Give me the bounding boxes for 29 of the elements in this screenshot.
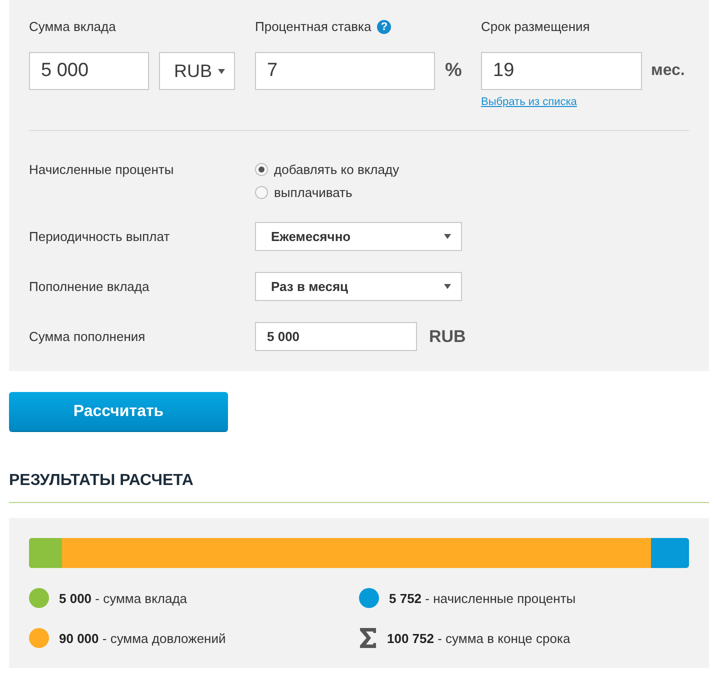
field-label: Сумма пополнения bbox=[29, 328, 146, 346]
field-label: Срок размещения bbox=[481, 19, 590, 35]
rate-input[interactable]: 7 bbox=[255, 52, 435, 90]
legend-text: 90 000 - сумма довложений bbox=[59, 630, 226, 646]
help-icon[interactable]: ? bbox=[377, 20, 392, 34]
unit-label: % bbox=[445, 60, 462, 82]
amount-input[interactable]: 5 000 bbox=[255, 322, 417, 351]
term-input[interactable]: 19 bbox=[481, 52, 642, 90]
currency-select[interactable]: RUB bbox=[159, 52, 235, 90]
field-label: Периодичность выплат bbox=[29, 228, 171, 246]
unit-label: RUB bbox=[429, 326, 466, 346]
legend-text: 100 752 - сумма в конце срока bbox=[387, 630, 570, 646]
caret-icon bbox=[444, 234, 451, 239]
field-label: Начисленные проценты bbox=[29, 161, 175, 179]
radio-option[interactable]: добавлять ко вкладу bbox=[255, 158, 400, 181]
section-heading: РЕЗУЛЬТАТЫ РАСЧЕТА bbox=[9, 471, 194, 491]
sum-icon bbox=[359, 628, 377, 648]
unit-label: мес. bbox=[651, 62, 685, 80]
field-label: Процентная ставка bbox=[255, 19, 372, 35]
amount-input[interactable]: 5 000 bbox=[29, 52, 149, 90]
caret-icon bbox=[218, 68, 225, 74]
radio-option[interactable]: выплачивать bbox=[255, 181, 352, 204]
field-label: Сумма вклада bbox=[29, 19, 116, 35]
dropdown[interactable]: Ежемесячно bbox=[255, 222, 462, 251]
field-label: Пополнение вклада bbox=[29, 278, 150, 296]
caret-icon bbox=[444, 284, 451, 289]
dropdown[interactable]: Раз в месяц bbox=[255, 272, 462, 301]
legend-text: 5 000 - сумма вклада bbox=[59, 590, 188, 606]
legend-text: 5 752 - начисленные проценты bbox=[389, 590, 576, 606]
